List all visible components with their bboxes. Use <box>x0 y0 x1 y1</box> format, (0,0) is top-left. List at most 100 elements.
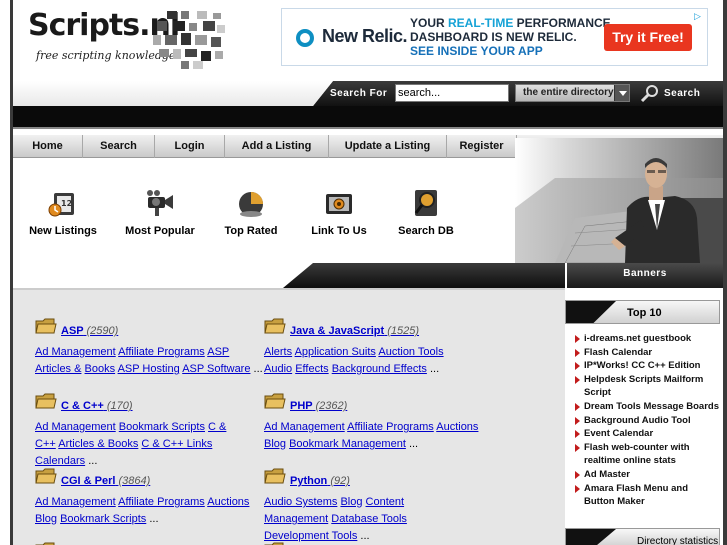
category-python: Python (92) Audio Systems Blog Content M… <box>264 468 464 545</box>
subcategory-link[interactable]: Bookmark Scripts <box>60 513 146 525</box>
search-scope-select[interactable]: the entire directory <box>515 84 630 102</box>
category-python-subcategories: Audio Systems Blog Content Management Da… <box>264 494 464 545</box>
section-bar-swoosh <box>13 263 313 288</box>
subcategory-link[interactable]: Effects <box>295 363 328 375</box>
ad-banner[interactable]: New Relic. YOUR REAL-TIME PERFORMANCE DA… <box>281 8 708 66</box>
header-dark-band <box>13 106 723 128</box>
nav-update-listing[interactable]: Update a Listing <box>329 135 447 158</box>
shortcut-link-to-us-label: Link To Us <box>311 225 367 237</box>
subcategory-link[interactable]: Bookmark Scripts <box>119 421 205 433</box>
svg-text:12: 12 <box>61 199 72 208</box>
more-marker: ... <box>360 530 370 542</box>
category-php: PHP (2362) Ad Management Affiliate Progr… <box>264 393 489 453</box>
search-button[interactable]: Search <box>640 84 710 103</box>
subcategory-link[interactable]: Ad Management <box>35 496 116 508</box>
nav-home[interactable]: Home <box>13 135 83 158</box>
subcategory-link[interactable]: Development Tools <box>264 530 357 542</box>
shortcut-search-db[interactable]: Search DB <box>396 188 456 237</box>
top10-item[interactable]: Flash Calendar <box>574 346 720 360</box>
camera-icon <box>147 190 173 216</box>
subcategory-link[interactable]: Ad Management <box>264 421 345 433</box>
search-icon <box>640 85 658 103</box>
folder-icon <box>264 393 286 409</box>
shortcut-most-popular-label: Most Popular <box>125 225 195 237</box>
shortcut-top-rated[interactable]: Top Rated <box>222 188 280 237</box>
subcategory-link[interactable]: Background Effects <box>332 363 427 375</box>
more-marker: ... <box>408 438 419 450</box>
top10-item[interactable]: Dream Tools Message Boards <box>574 400 720 414</box>
nav-login[interactable]: Login <box>155 135 225 158</box>
top10-item[interactable]: IP*Works! CC C++ Edition <box>574 359 720 373</box>
nav-search[interactable]: Search <box>83 135 155 158</box>
subcategory-link[interactable]: Ad Management <box>35 346 116 358</box>
category-cgi-perl: CGI & Perl (3864) Ad Management Affiliat… <box>35 468 260 528</box>
subcategory-link[interactable]: Auction Tools <box>378 346 443 358</box>
subcategory-link[interactable]: Bookmark Management <box>289 438 406 450</box>
ad-headline-2: DASHBOARD IS NEW RELIC. <box>410 30 577 44</box>
top10-item[interactable]: i-dreams.net guestbook <box>574 332 720 346</box>
subcategory-link[interactable]: Articles & Books <box>58 438 138 450</box>
category-php-link[interactable]: PHP (2362) <box>290 400 347 412</box>
subcategory-link[interactable]: Affiliate Programs <box>347 421 434 433</box>
more-marker: ... <box>429 363 440 375</box>
top10-item[interactable]: Amara Flash Menu and Button Maker <box>574 482 720 509</box>
subcategory-link[interactable]: Database Tools <box>331 513 407 525</box>
category-python-link[interactable]: Python (92) <box>290 475 350 487</box>
category-c-cpp: C & C++ (170) Ad Management Bookmark Scr… <box>35 393 240 470</box>
nav-register[interactable]: Register <box>447 135 517 158</box>
pie-chart-icon <box>239 192 263 217</box>
category-c-cpp-link[interactable]: C & C++ (170) <box>61 400 133 412</box>
subcategory-link[interactable]: Blog <box>35 513 57 525</box>
category-php-subcategories: Ad Management Affiliate Programs Auction… <box>264 419 489 453</box>
subcategory-link[interactable]: Alerts <box>264 346 292 358</box>
subcategory-link[interactable]: Ad Management <box>35 421 116 433</box>
subcategory-link[interactable]: ASP Software <box>182 363 250 375</box>
page: Scripts.nl free scripting knowledge New … <box>0 0 727 545</box>
ad-cta-button[interactable]: Try it Free! <box>604 24 692 51</box>
top10-item[interactable]: Ad Master <box>574 468 720 482</box>
ad-choices-icon[interactable]: ▷ <box>694 11 705 22</box>
subcategory-link[interactable]: Auctions <box>207 496 249 508</box>
ad-brand: New Relic. <box>322 26 408 46</box>
directory-statistics-title: Directory statistics <box>637 536 719 545</box>
top10-item[interactable]: Flash web-counter with realtime online s… <box>574 441 720 468</box>
subcategory-link[interactable]: Audio Systems <box>264 496 337 508</box>
category-asp: ASP (2590) Ad Management Affiliate Progr… <box>35 318 267 378</box>
subcategory-link[interactable]: Blog <box>264 438 286 450</box>
folder-icon <box>35 318 57 334</box>
new-listings-icon: 12 <box>48 193 74 217</box>
subcategory-link[interactable]: Books <box>85 363 116 375</box>
link-to-us-icon <box>326 194 352 214</box>
folder-icon <box>264 468 286 484</box>
shortcut-new-listings[interactable]: 12 New Listings <box>28 188 98 237</box>
subcategory-link[interactable]: Application Suits <box>295 346 376 358</box>
subcategory-link[interactable]: ASP Hosting <box>118 363 180 375</box>
site-logo[interactable]: Scripts.nl free scripting knowledge <box>28 8 225 72</box>
ad-headline-1: YOUR REAL-TIME PERFORMANCE <box>410 16 611 30</box>
logo-mosaic-icon <box>153 11 225 69</box>
nav-add-listing[interactable]: Add a Listing <box>225 135 329 158</box>
search-input[interactable] <box>395 84 509 102</box>
top10-item[interactable]: Background Audio Tool <box>574 414 720 428</box>
subcategory-link[interactable]: Audio <box>264 363 292 375</box>
subcategory-link[interactable]: Affiliate Programs <box>118 496 205 508</box>
shortcut-top-rated-label: Top Rated <box>224 225 278 237</box>
subcategory-link[interactable]: Blog <box>340 496 362 508</box>
subcategory-link[interactable]: Affiliate Programs <box>118 346 205 358</box>
directory-statistics-header: Directory statistics <box>565 528 720 545</box>
category-java-javascript-link[interactable]: Java & JavaScript (1525) <box>290 325 419 337</box>
shortcut-most-popular[interactable]: Most Popular <box>124 188 196 237</box>
category-asp-link[interactable]: ASP (2590) <box>61 325 118 337</box>
category-java-javascript: Java & JavaScript (1525) Alerts Applicat… <box>264 318 464 378</box>
search-label: Search For <box>330 88 388 99</box>
ad-headline-3: SEE INSIDE YOUR APP <box>410 44 543 58</box>
category-java-javascript-subcategories: Alerts Application Suits Auction Tools A… <box>264 344 464 378</box>
top10-item[interactable]: Helpdesk Scripts Mailform Script <box>574 373 720 400</box>
category-cgi-perl-link[interactable]: CGI & Perl (3864) <box>61 475 150 487</box>
top10-item[interactable]: Event Calendar <box>574 427 720 441</box>
subcategory-link[interactable]: Auctions <box>436 421 478 433</box>
banners-tab[interactable]: Banners <box>565 263 723 288</box>
subcategory-link[interactable]: C & C++ Links <box>141 438 212 450</box>
shortcut-link-to-us[interactable]: Link To Us <box>306 188 372 237</box>
chevron-down-icon[interactable] <box>614 85 629 101</box>
